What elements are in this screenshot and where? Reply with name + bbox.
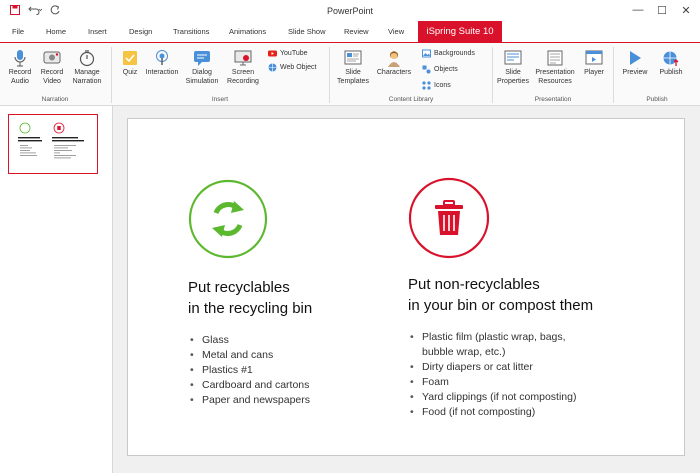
- quiz-button[interactable]: Quiz: [116, 49, 144, 78]
- group-separator: [111, 47, 112, 103]
- recyclable-icon-circle: [188, 179, 268, 264]
- dialog-simulation-button[interactable]: Dialog Simulation: [183, 49, 221, 86]
- recyclables-column: Put recyclables in the recycling bin Gla…: [188, 277, 428, 408]
- publish-button[interactable]: Publish: [654, 49, 688, 78]
- group-label-presentation: Presentation: [534, 96, 572, 103]
- slide-editor: Put recyclables in the recycling bin Gla…: [113, 106, 700, 473]
- non-recyclables-column: Put non-recyclables in your bin or compo…: [408, 274, 678, 420]
- slide-properties-icon: [504, 50, 522, 65]
- play-icon: [630, 51, 641, 65]
- list-item: Metal and cans: [188, 348, 428, 363]
- tab-transitions[interactable]: Transitions: [173, 27, 209, 36]
- slide-thumbnail-preview: [18, 122, 84, 159]
- list-item: Plastics #1: [188, 363, 428, 378]
- presentation-resources-button[interactable]: Presentation Resources: [533, 49, 577, 86]
- group-separator: [329, 47, 330, 103]
- group-label-insert: Insert: [211, 96, 229, 103]
- group-label-narration: Narration: [41, 96, 69, 103]
- character-icon: [388, 51, 400, 67]
- tab-view[interactable]: View: [388, 27, 404, 36]
- recycle-icon: [188, 179, 268, 259]
- chat-bubble-icon: [194, 51, 210, 66]
- maximize-icon[interactable]: ☐: [654, 4, 670, 17]
- interaction-button[interactable]: Interaction: [143, 49, 181, 78]
- list-item: Foam: [408, 375, 678, 390]
- webcam-icon: [43, 51, 61, 64]
- touch-icon: [156, 50, 168, 65]
- list-item: Cardboard and cartons: [188, 378, 428, 393]
- globe-upload-icon: [663, 51, 679, 66]
- slide-templates-button[interactable]: Slide Templates: [334, 49, 372, 86]
- window-title: PowerPoint: [326, 6, 374, 16]
- globe-icon: [268, 63, 277, 72]
- screen-recording-button[interactable]: Screen Recording: [224, 49, 262, 86]
- record-video-button[interactable]: Record Video: [36, 49, 68, 86]
- list-item: Paper and newspapers: [188, 393, 428, 408]
- group-separator: [492, 47, 493, 103]
- slide-thumbnail-1[interactable]: [8, 114, 98, 174]
- backgrounds-button[interactable]: Backgrounds: [422, 49, 475, 58]
- objects-icon: [422, 65, 431, 74]
- slide-canvas[interactable]: Put recyclables in the recycling bin Gla…: [127, 118, 685, 456]
- recyclables-list: Glass Metal and cans Plastics #1 Cardboa…: [188, 333, 428, 408]
- list-item: Food (if not composting): [408, 405, 678, 420]
- list-item: Glass: [188, 333, 428, 348]
- microphone-icon: [14, 50, 26, 67]
- web-object-button[interactable]: Web Object: [268, 63, 316, 72]
- group-separator: [613, 47, 614, 103]
- group-label-publish: Publish: [646, 96, 668, 103]
- non-recyclable-icon-circle: [408, 177, 490, 264]
- title-bar: PowerPoint — ☐ ✕: [0, 0, 700, 24]
- player-icon: [585, 50, 603, 65]
- youtube-button[interactable]: YouTube: [268, 49, 308, 58]
- slide-template-icon: [344, 50, 362, 65]
- non-recyclables-heading: Put non-recyclables in your bin or compo…: [408, 276, 594, 314]
- tab-design[interactable]: Design: [129, 27, 152, 36]
- quiz-icon: [123, 51, 137, 65]
- youtube-icon: [268, 50, 277, 57]
- objects-button[interactable]: Objects: [422, 65, 458, 74]
- tab-slide-show[interactable]: Slide Show: [288, 27, 326, 36]
- trash-can-icon: [408, 177, 490, 259]
- list-item: Yard clippings (if not composting): [408, 390, 678, 405]
- tab-file[interactable]: File: [12, 27, 24, 36]
- player-button[interactable]: Player: [580, 49, 608, 78]
- characters-button[interactable]: Characters: [374, 49, 414, 78]
- minimize-icon[interactable]: —: [630, 4, 646, 16]
- recyclables-heading: Put recyclables in the recycling bin: [188, 279, 313, 317]
- icons-library-icon: [422, 81, 431, 90]
- slide-properties-button[interactable]: Slide Properties: [494, 49, 532, 86]
- resources-icon: [547, 50, 563, 66]
- image-icon: [422, 49, 431, 58]
- list-item: Plastic film (plastic wrap, bags,: [408, 330, 678, 345]
- ribbon-tabs: File Home Insert Design Transitions Anim…: [0, 24, 700, 42]
- preview-button[interactable]: Preview: [618, 49, 652, 78]
- tab-ispring-suite[interactable]: iSpring Suite 10: [418, 21, 502, 42]
- screen-record-icon: [234, 50, 252, 66]
- ribbon: Record Audio Record Video Manage Narrati…: [0, 42, 700, 106]
- non-recyclables-list: Plastic film (plastic wrap, bags, bubble…: [408, 330, 678, 420]
- slide-thumbnails-pane: [0, 106, 113, 473]
- icons-button[interactable]: Icons: [422, 81, 451, 90]
- manage-narration-button[interactable]: Manage Narration: [70, 49, 104, 86]
- tab-insert[interactable]: Insert: [88, 27, 107, 36]
- tab-animations[interactable]: Animations: [229, 27, 266, 36]
- list-item: Dirty diapers or cat litter: [408, 360, 678, 375]
- tab-home[interactable]: Home: [46, 27, 66, 36]
- list-item: bubble wrap, etc.): [422, 346, 506, 358]
- group-label-content-library: Content Library: [388, 96, 434, 103]
- stopwatch-icon: [79, 50, 95, 67]
- close-icon[interactable]: ✕: [678, 4, 694, 17]
- tab-review[interactable]: Review: [344, 27, 369, 36]
- record-audio-button[interactable]: Record Audio: [4, 49, 36, 86]
